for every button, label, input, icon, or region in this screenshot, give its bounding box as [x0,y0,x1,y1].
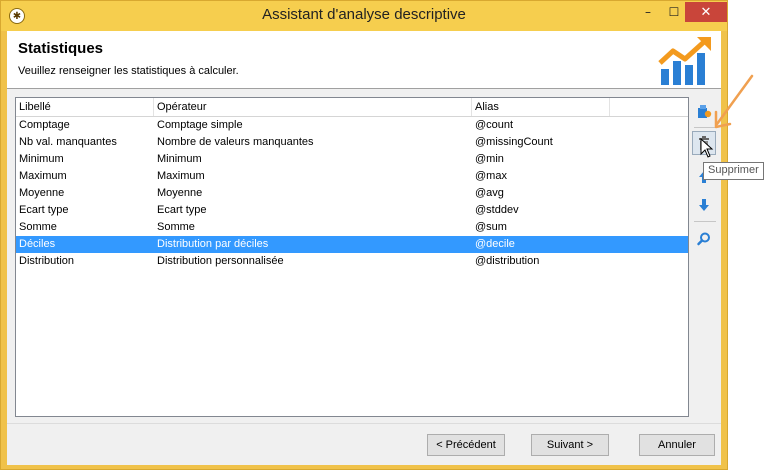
cell-operator: Distribution personnalisée [157,255,284,267]
cell-operator: Maximum [157,170,205,182]
next-button[interactable]: Suivant > [531,434,609,456]
title-bar[interactable]: ✱ Assistant d'analyse descriptive – ☐ ✕ [1,1,727,31]
cell-alias: @avg [475,187,504,199]
column-header-operator[interactable]: Opérateur [154,98,472,116]
cell-label: Moyenne [19,187,65,199]
cell-alias: @missingCount [475,136,553,148]
statistics-table[interactable]: Libellé Opérateur Alias Comptage Comptage… [15,97,689,417]
cell-operator: Somme [157,221,195,233]
side-toolbar [692,97,718,297]
cell-alias: @stddev [475,204,519,216]
table-row[interactable]: Distribution Distribution personnalisée @d… [16,253,688,270]
cell-extra [610,236,688,253]
cancel-button[interactable]: Annuler [639,434,715,456]
toolbar-separator [694,127,716,128]
cell-alias: @min [475,153,504,165]
add-statistic-icon [698,105,712,118]
arrow-down-icon [699,199,709,211]
minimize-button[interactable]: – [635,2,661,22]
column-header-alias[interactable]: Alias [472,98,610,116]
column-header-extra [610,98,688,116]
move-down-button[interactable] [692,193,716,217]
toolbar-separator [694,221,716,222]
table-row-selected[interactable]: Déciles Distribution par déciles @decile [16,236,688,253]
search-icon [697,232,710,246]
cell-label: Déciles [19,238,56,250]
cell-label: Maximum [19,170,67,182]
cell-operator: Nombre de valeurs manquantes [157,136,314,148]
table-row[interactable]: Minimum Minimum @min [16,151,688,168]
table-row[interactable]: Ecart type Ecart type @stddev [16,202,688,219]
cell-label: Distribution [19,255,75,267]
window-title: Assistant d'analyse descriptive [262,6,466,23]
page-subtitle: Veuillez renseigner les statistiques à c… [18,65,239,77]
search-button[interactable] [692,227,716,251]
cell-operator: Ecart type [157,204,207,216]
cell-operator: Distribution par déciles [157,238,269,250]
page-title: Statistiques [18,40,104,57]
maximize-button[interactable]: ☐ [661,2,687,22]
cell-operator: Moyenne [157,187,203,199]
cell-alias: @distribution [475,255,540,267]
wizard-client: Statistiques Veuillez renseigner les sta… [7,31,721,465]
cell-alias: @max [475,170,507,182]
tooltip: Supprimer [703,162,764,180]
table-row[interactable]: Somme Somme @sum [16,219,688,236]
table-row[interactable]: Moyenne Moyenne @avg [16,185,688,202]
cell-operator: Comptage simple [157,119,243,131]
mouse-pointer-icon [700,138,714,158]
body-panel: Libellé Opérateur Alias Comptage Comptage… [7,89,721,465]
close-button[interactable]: ✕ [685,2,727,22]
cell-label: Somme [19,221,57,233]
cell-label: Comptage [19,119,70,131]
previous-button[interactable]: < Précédent [427,434,505,456]
cell-label: Minimum [19,153,64,165]
table-header: Libellé Opérateur Alias [16,98,688,117]
cell-alias: @decile [475,238,515,250]
table-row[interactable]: Nb val. manquantes Nombre de valeurs manq… [16,134,688,151]
statistics-chart-icon [658,37,711,85]
cell-operator: Minimum [157,153,202,165]
footer-divider [7,423,721,424]
cell-alias: @count [475,119,514,131]
table-row[interactable]: Maximum Maximum @max [16,168,688,185]
table-row[interactable]: Comptage Comptage simple @count [16,117,688,134]
cell-label: Nb val. manquantes [19,136,117,148]
add-statistic-button[interactable] [692,99,716,123]
column-header-label[interactable]: Libellé [16,98,154,116]
header-panel: Statistiques Veuillez renseigner les sta… [7,31,721,89]
wizard-window: ✱ Assistant d'analyse descriptive – ☐ ✕ … [0,0,728,470]
cell-label: Ecart type [19,204,69,216]
cell-alias: @sum [475,221,507,233]
